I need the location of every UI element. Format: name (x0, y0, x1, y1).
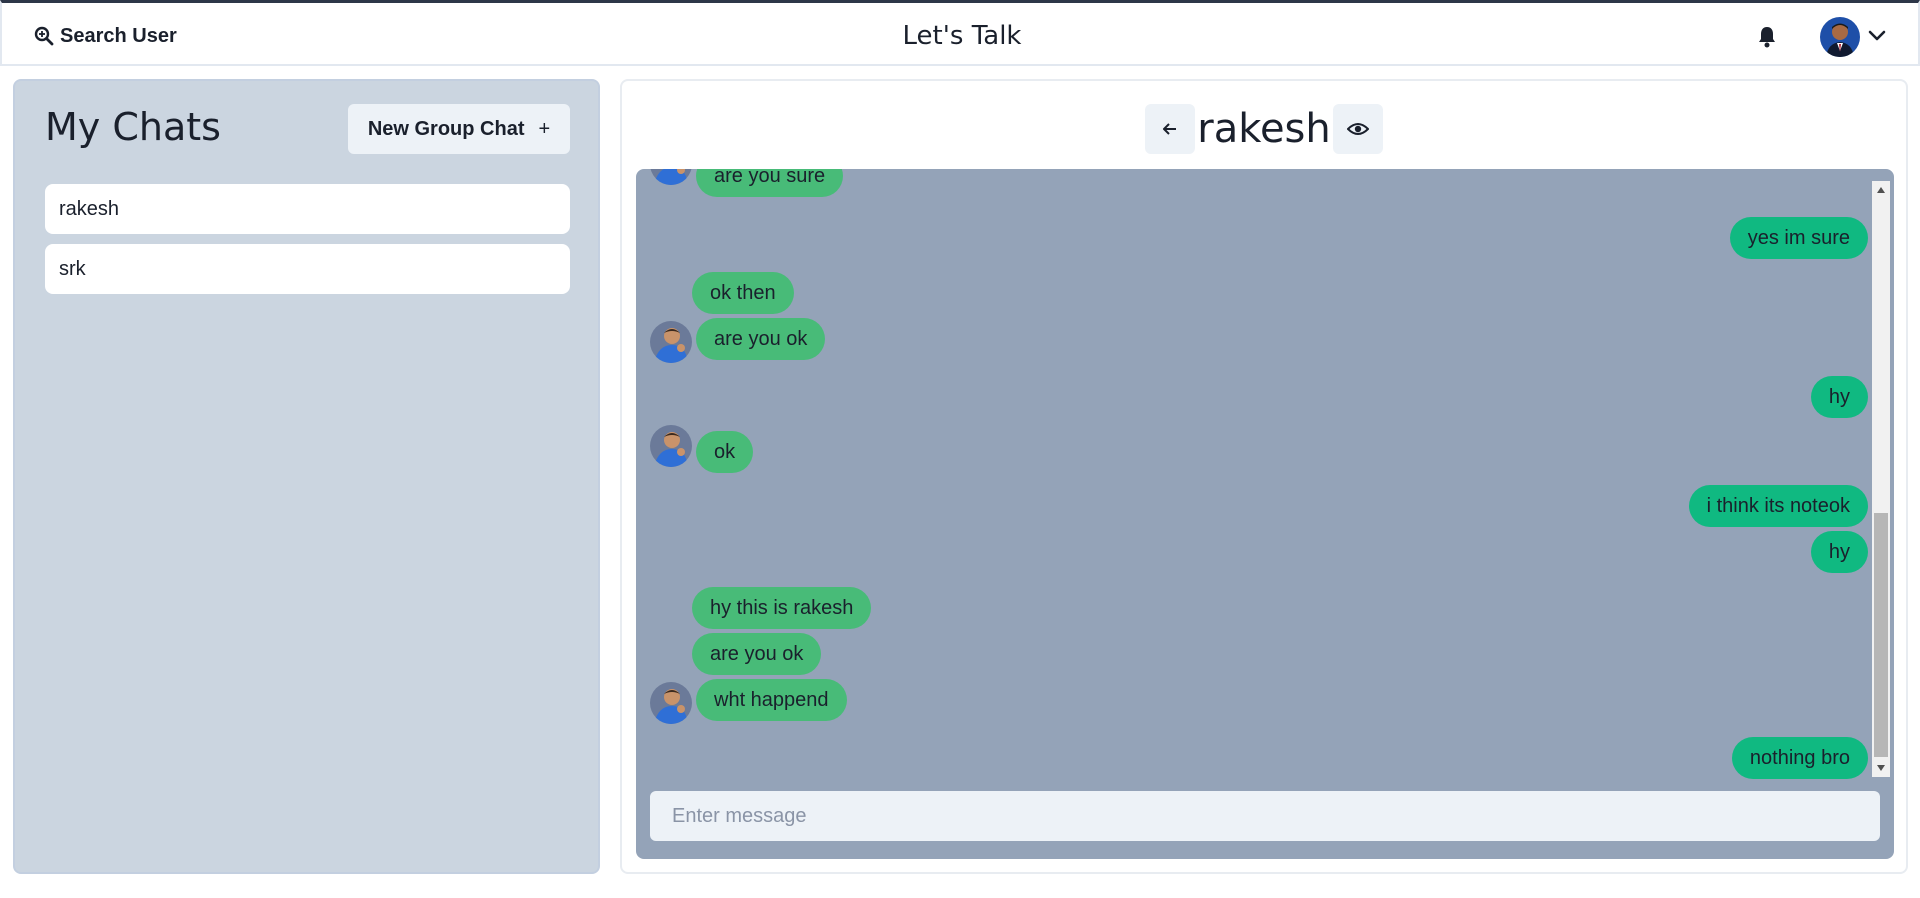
message-input[interactable] (650, 791, 1880, 841)
message-bubble-outgoing: i think its noteok (1688, 485, 1868, 527)
message-bubble-incoming: are you ok (696, 318, 826, 360)
view-profile-button[interactable] (1332, 104, 1383, 154)
user-avatar[interactable] (1820, 17, 1860, 57)
scroll-down-arrow-icon[interactable] (1872, 759, 1890, 777)
message-bubble-incoming: ok (696, 431, 754, 473)
message-text: are you ok (710, 642, 804, 665)
chat-title: rakesh (1197, 106, 1331, 152)
avatar-image (650, 169, 692, 185)
scrollbar-thumb[interactable] (1874, 513, 1888, 757)
message-text: wht happend (714, 688, 829, 711)
arrow-left-icon (1163, 123, 1177, 135)
plus-icon: + (538, 117, 551, 140)
chat-panel: rakesh are you sure yes im sure ok then … (620, 79, 1908, 874)
message-scrollbar[interactable] (1872, 181, 1890, 777)
message-bubble-incoming: ok then (692, 272, 794, 314)
message-text: are you ok (714, 327, 808, 350)
message-bubble-outgoing: hy (1810, 376, 1868, 418)
chat-list-item-name: srk (59, 257, 86, 280)
message-text: hy this is rakesh (710, 596, 854, 619)
app-title: Let's Talk (902, 21, 1022, 51)
chat-list-item-name: rakesh (59, 197, 120, 220)
back-button[interactable] (1145, 104, 1196, 154)
my-chats-title: My Chats (45, 105, 221, 149)
message-bubble-incoming: are you sure (696, 169, 844, 197)
message-list[interactable]: are you sure yes im sure ok then are you… (636, 169, 1868, 779)
message-text: yes im sure (1747, 226, 1850, 249)
bell-icon[interactable] (1756, 25, 1778, 49)
sender-avatar[interactable] (650, 425, 692, 467)
top-bar: Search User Let's Talk (0, 0, 1920, 66)
search-icon (34, 26, 54, 46)
message-bubble-outgoing: nothing bro (1731, 737, 1868, 779)
avatar-image (650, 682, 692, 724)
message-bubble-incoming: wht happend (696, 679, 847, 721)
sender-avatar[interactable] (650, 169, 692, 185)
chevron-down-icon[interactable] (1868, 29, 1886, 43)
sender-avatar[interactable] (650, 321, 692, 363)
avatar-image (650, 425, 692, 467)
message-text: are you sure (714, 169, 826, 187)
message-text: i think its noteok (1706, 494, 1850, 517)
message-bubble-outgoing: hy (1810, 531, 1868, 573)
my-chats-panel: My Chats New Group Chat + rakesh srk (13, 79, 600, 874)
message-bubble-outgoing: yes im sure (1729, 217, 1868, 259)
sender-avatar[interactable] (650, 682, 692, 724)
message-text: hy (1828, 385, 1850, 408)
message-bubble-incoming: are you ok (692, 633, 822, 675)
message-text: ok (714, 440, 736, 463)
chat-header: rakesh (622, 101, 1906, 157)
chat-list-item[interactable]: rakesh (45, 184, 570, 234)
message-text: nothing bro (1749, 746, 1850, 769)
chat-list-item[interactable]: srk (45, 244, 570, 294)
search-user-button[interactable]: Search User (30, 21, 181, 51)
eye-icon (1346, 123, 1369, 135)
message-text: hy (1828, 540, 1850, 563)
new-group-chat-label: New Group Chat (367, 117, 525, 140)
message-text: ok then (710, 281, 776, 304)
new-group-chat-button[interactable]: New Group Chat + (348, 104, 570, 154)
avatar-image (650, 321, 692, 363)
scroll-up-arrow-icon[interactable] (1872, 181, 1890, 199)
message-bubble-incoming: hy this is rakesh (692, 587, 872, 629)
search-user-label: Search User (60, 24, 177, 47)
messages-area: are you sure yes im sure ok then are you… (636, 169, 1894, 859)
